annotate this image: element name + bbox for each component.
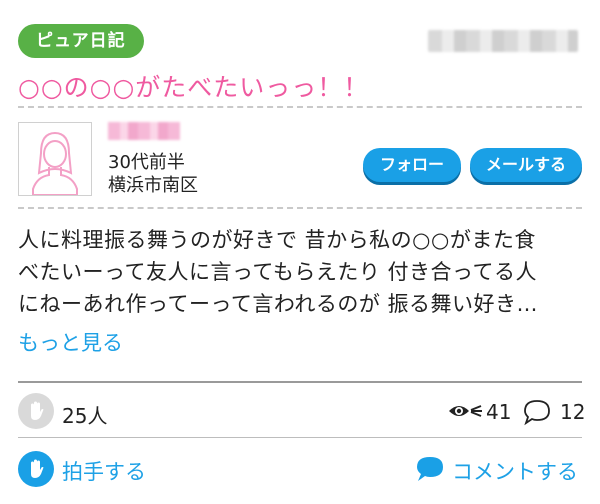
clap-button[interactable]: 拍手する — [62, 456, 146, 486]
body-line: べたいーって友人に言ってもらえたり 付き合ってる人 — [18, 260, 537, 284]
comment-button[interactable]: コメントする — [452, 456, 578, 486]
post-title[interactable]: ○○の○○がたべたいっっ！！ — [18, 68, 369, 104]
view-count: 41 — [486, 400, 512, 424]
follow-button[interactable]: フォロー — [363, 148, 461, 182]
eye-icon — [449, 405, 482, 417]
divider — [18, 207, 582, 209]
category-badge: ピュア日記 — [18, 24, 144, 58]
comment-bubble-icon[interactable] — [414, 454, 446, 484]
clap-button-icon[interactable] — [18, 451, 54, 487]
clap-count: 25人 — [62, 404, 108, 428]
comment-count-icon — [524, 400, 550, 426]
avatar[interactable] — [18, 122, 92, 196]
body-line: 人に料理振る舞うのが好きで 昔から私の○○がまた食 — [18, 228, 536, 252]
divider — [18, 381, 582, 383]
username-blurred[interactable] — [108, 122, 180, 140]
post-body: 人に料理振る舞うのが好きで 昔から私の○○がまた食 べたいーって友人に言ってもら… — [18, 224, 584, 320]
divider — [18, 437, 582, 438]
body-line: にねーあれ作ってーって言われるのが 振る舞い好き… — [18, 292, 539, 316]
comment-count: 12 — [560, 400, 586, 424]
user-silhouette-icon — [32, 131, 78, 195]
profile-location: 横浜市南区 — [108, 175, 198, 196]
date-blurred — [428, 30, 578, 52]
read-more-link[interactable]: もっと見る — [18, 327, 123, 357]
mail-button[interactable]: メールする — [470, 148, 582, 182]
clap-count-icon — [18, 393, 54, 429]
divider — [18, 106, 582, 108]
